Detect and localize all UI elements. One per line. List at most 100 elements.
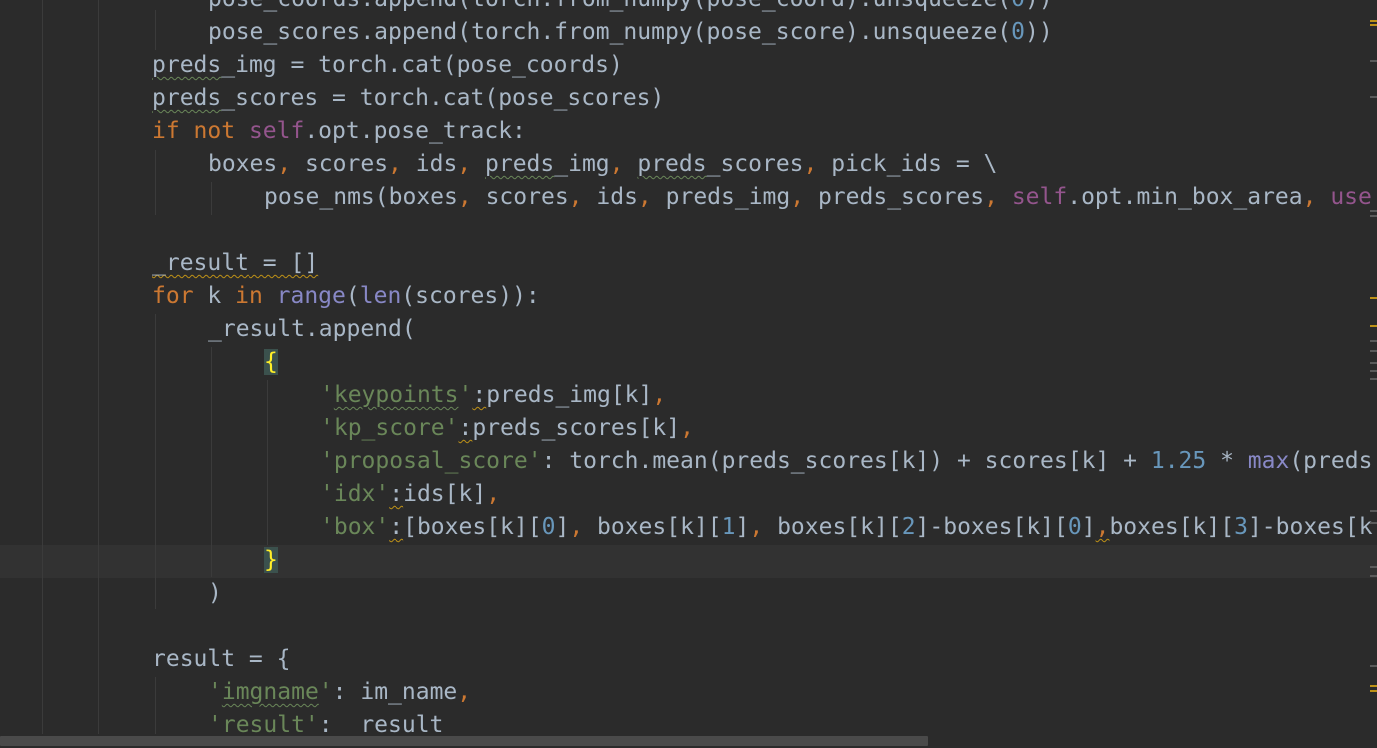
code-token: use [1330,184,1372,210]
code-token: : [389,514,403,540]
code-token: : [472,382,486,408]
code-token: pose_coords.append(torch.from_numpy(pose… [208,0,1011,12]
error-stripe-marker[interactable] [1370,325,1377,327]
code-token: , [457,151,485,177]
code-token: 'idx' [320,481,389,507]
code-line[interactable]: { [264,346,278,379]
code-token: 0 [542,514,556,540]
error-stripe-marker[interactable] [1370,378,1377,380]
code-line[interactable]: if not self.opt.pose_track: [152,115,526,148]
code-token: , [388,151,416,177]
code-token: ' [208,679,222,705]
error-stripe-marker[interactable] [1370,362,1377,364]
code-token: 0 [1068,514,1082,540]
code-line[interactable]: result = { [152,643,290,676]
code-text: pose_scores.append(torch.from_numpy(pose… [208,19,1053,45]
code-token: , [569,514,597,540]
code-line[interactable]: for k in range(len(scores)): [152,280,540,313]
error-stripe-marker[interactable] [1370,210,1377,212]
code-token: pose_nms(boxes [264,184,458,210]
code-editor[interactable]: pose_coords.append(torch.from_numpy(pose… [0,0,1377,748]
code-line[interactable]: 'keypoints':preds_img[k], [320,379,666,412]
code-line[interactable]: pose_coords.append(torch.from_numpy(pose… [208,0,1053,16]
code-token: preds [152,52,221,78]
horizontal-scrollbar-thumb[interactable] [0,736,928,746]
error-stripe-marker[interactable] [1370,24,1377,26]
code-token: in [235,283,277,309]
code-token: boxes [208,151,277,177]
code-token: (scores)): [401,283,539,309]
code-token: preds_scores[k] [472,415,680,441]
code-line[interactable]: pose_nms(boxes, scores, ids, preds_img, … [264,181,1372,214]
code-token: : torch.mean(preds_scores[k]) + scores[k… [542,448,1151,474]
code-line[interactable]: ) [208,577,222,610]
code-text: pose_nms(boxes, scores, ids, preds_img, … [264,184,1372,210]
error-stripe-marker[interactable] [1370,20,1377,22]
indent-guide [267,380,268,545]
code-token: .opt.pose_track: [304,118,526,144]
code-token: _result [152,250,249,276]
error-stripe-marker[interactable] [1370,340,1377,342]
error-stripe-marker[interactable] [1370,370,1377,372]
code-token: boxes[k][ [597,514,722,540]
error-stripe-marker[interactable] [1370,297,1377,299]
code-token: ' [319,679,333,705]
error-stripe-marker[interactable] [1370,690,1377,692]
error-stripe-marker[interactable] [1370,522,1377,524]
error-stripe-marker[interactable] [1370,665,1377,667]
code-token: max [1248,448,1290,474]
code-text: _result.append( [208,316,416,342]
indent-guide [155,677,156,737]
error-stripe-marker[interactable] [1370,96,1377,98]
code-token: : im_name [333,679,458,705]
code-token: , [804,151,832,177]
code-token: _scores [707,151,804,177]
code-line[interactable]: _result.append( [208,313,416,346]
code-token: , [638,184,666,210]
code-line[interactable]: preds_img = torch.cat(pose_coords) [152,49,623,82]
error-stripe-marker[interactable] [1370,566,1377,568]
error-stripe-marker[interactable] [1370,215,1377,217]
indent-guide [211,182,212,215]
code-token: pose_scores.append(torch.from_numpy(pose… [208,19,1011,45]
code-token: ] [1082,514,1096,540]
error-stripe-marker[interactable] [1370,685,1377,687]
code-text: ) [208,580,222,606]
error-stripe-marker[interactable] [1370,350,1377,352]
code-line[interactable]: boxes, scores, ids, preds_img, preds_sco… [208,148,997,181]
code-text: result = { [152,646,290,672]
code-line[interactable]: pose_scores.append(torch.from_numpy(pose… [208,16,1053,49]
code-text: { [264,349,278,375]
error-stripe-marker[interactable] [1370,510,1377,512]
code-token: 3 [1234,514,1248,540]
code-line[interactable]: preds_scores = torch.cat(pose_scores) [152,82,664,115]
code-text: 'proposal_score': torch.mean(preds_score… [320,448,1372,474]
error-stripe-marker[interactable] [1370,575,1377,577]
code-line[interactable]: _result = [] [152,247,318,280]
code-token: , [277,151,305,177]
code-line[interactable]: 'proposal_score': torch.mean(preds_score… [320,445,1372,478]
code-token: 2 [902,514,916,540]
code-token: , [749,514,777,540]
code-line[interactable]: 'kp_score':preds_scores[k], [320,412,694,445]
code-token: _result.append( [208,316,416,342]
code-token: _img [554,151,609,177]
code-text: } [264,547,278,573]
indent-guide [98,0,99,748]
code-line[interactable]: } [264,544,278,577]
error-stripe-marker[interactable] [1370,60,1377,62]
code-token: , [790,184,818,210]
code-line[interactable]: 'imgname': im_name, [208,676,471,709]
code-line[interactable]: 'idx':ids[k], [320,478,500,511]
code-token: scores [305,151,388,177]
code-token: , [1303,184,1331,210]
code-token: _img = torch.cat(pose_coords) [221,52,623,78]
code-text: preds_scores = torch.cat(pose_scores) [152,85,664,111]
code-token: self [249,118,304,144]
indent-guide [155,150,156,215]
code-token: 1.25 [1151,448,1206,474]
code-text: pose_coords.append(torch.from_numpy(pose… [208,0,1053,12]
code-token: = [] [249,250,318,276]
code-line[interactable]: 'box':[boxes[k][0], boxes[k][1], boxes[k… [320,511,1373,544]
code-token: range [277,283,346,309]
